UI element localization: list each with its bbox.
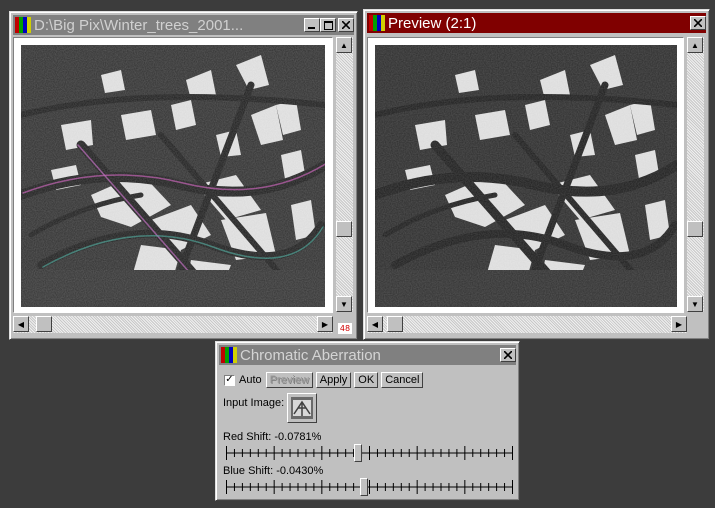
- preview-window-titlebar[interactable]: Preview (2:1): [367, 13, 706, 33]
- input-image-label: Input Image:: [223, 397, 285, 409]
- source-window-titlebar[interactable]: D:\Big Pix\Winter_trees_2001...: [13, 15, 354, 35]
- scroll-left-button[interactable]: ◀: [13, 316, 29, 332]
- apply-button[interactable]: Apply: [315, 372, 352, 388]
- checkmark-icon: ✓: [225, 374, 234, 385]
- ok-button[interactable]: OK: [354, 372, 379, 388]
- source-image-window: D:\Big Pix\Winter_trees_2001... ▲ ▼ ◀ ▶ …: [9, 11, 358, 340]
- scroll-down-button[interactable]: ▼: [687, 296, 703, 312]
- auto-label: Auto: [239, 374, 262, 386]
- chromatic-aberration-dialog: Chromatic Aberration ✓ Auto Preview Appl…: [215, 341, 520, 501]
- palette-app-icon: [369, 15, 385, 31]
- blue-shift-label: Blue Shift: -0.0430%: [223, 465, 324, 477]
- palette-app-icon: [15, 17, 31, 33]
- dialog-title: Chromatic Aberration: [240, 346, 381, 364]
- red-shift-track: [226, 446, 513, 460]
- preview-button[interactable]: Preview: [265, 372, 313, 388]
- scroll-up-button[interactable]: ▲: [687, 37, 703, 53]
- dialog-toolbar: ✓ Auto Preview Apply OK Cancel: [224, 372, 426, 388]
- source-image-canvas[interactable]: [13, 37, 333, 313]
- vertical-scroll-thumb[interactable]: [336, 221, 352, 237]
- close-button[interactable]: [690, 16, 706, 30]
- input-image-thumbnail[interactable]: [287, 393, 317, 423]
- close-icon: [504, 351, 512, 359]
- scroll-up-button[interactable]: ▲: [336, 37, 352, 53]
- maximize-button[interactable]: [320, 18, 336, 32]
- source-window-title: D:\Big Pix\Winter_trees_2001...: [34, 16, 244, 34]
- scroll-left-button[interactable]: ◀: [367, 316, 383, 332]
- preview-vertical-scrollbar[interactable]: ▲ ▼: [687, 37, 704, 312]
- close-button[interactable]: [500, 348, 516, 362]
- preview-photo: [375, 45, 677, 307]
- preview-window: Preview (2:1) ▲ ▼ ◀ ▶: [363, 9, 710, 340]
- source-photo: [21, 45, 325, 307]
- horizontal-scroll-thumb[interactable]: [36, 316, 52, 332]
- preview-canvas[interactable]: [367, 37, 684, 313]
- red-shift-slider[interactable]: [226, 443, 513, 463]
- vertical-scroll-thumb[interactable]: [687, 221, 703, 237]
- horizontal-scroll-thumb[interactable]: [387, 316, 403, 332]
- close-icon: [694, 19, 702, 27]
- maximize-icon: [323, 20, 333, 30]
- minimize-icon: [308, 27, 315, 29]
- close-icon: [342, 21, 350, 29]
- blue-shift-thumb[interactable]: [360, 478, 368, 496]
- scroll-down-button[interactable]: ▼: [336, 296, 352, 312]
- scroll-right-button[interactable]: ▶: [671, 316, 687, 332]
- auto-checkbox[interactable]: ✓: [224, 374, 235, 386]
- red-shift-label: Red Shift: -0.0781%: [223, 431, 322, 443]
- preview-window-title: Preview (2:1): [388, 14, 477, 32]
- thumbnail-image: [291, 397, 313, 419]
- red-shift-thumb[interactable]: [354, 444, 362, 462]
- cancel-button[interactable]: Cancel: [381, 372, 424, 388]
- minimize-button[interactable]: [304, 18, 320, 32]
- close-button[interactable]: [338, 18, 354, 32]
- dialog-titlebar[interactable]: Chromatic Aberration: [219, 345, 516, 365]
- scroll-right-button[interactable]: ▶: [317, 316, 333, 332]
- palette-app-icon: [221, 347, 237, 363]
- blue-shift-slider[interactable]: [226, 477, 513, 497]
- source-horizontal-scrollbar[interactable]: ◀ ▶: [13, 316, 333, 333]
- preview-horizontal-scrollbar[interactable]: ◀ ▶: [367, 316, 687, 333]
- source-vertical-scrollbar[interactable]: ▲ ▼: [336, 37, 353, 312]
- zoom-badge: 48: [338, 323, 352, 334]
- blue-shift-track: [226, 480, 513, 494]
